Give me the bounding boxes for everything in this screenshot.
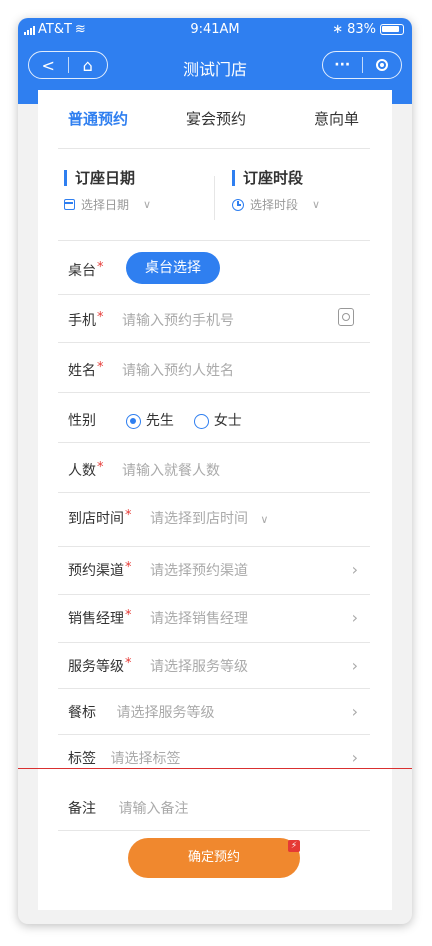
- tab-bar: 普通预约 宴会预约 意向单: [38, 108, 392, 132]
- channel-label: 预约渠道: [68, 563, 124, 579]
- note-row: 备注 请输入备注: [68, 798, 368, 818]
- tab-intention[interactable]: 意向单: [314, 108, 359, 129]
- divider: [214, 176, 215, 220]
- name-row: 姓名* 请输入预约人姓名: [68, 360, 368, 380]
- radio-selected-icon[interactable]: [126, 413, 142, 429]
- meal-select[interactable]: 请选择服务等级: [116, 705, 214, 721]
- required-mark: *: [97, 460, 104, 475]
- chevron-down-icon: ∨: [143, 198, 152, 211]
- confirm-reservation-button[interactable]: 确定预约: [128, 838, 300, 878]
- count-label: 人数: [68, 463, 96, 479]
- phone-label: 手机: [68, 313, 96, 329]
- note-input[interactable]: 请输入备注: [118, 801, 188, 817]
- required-mark: *: [125, 608, 132, 623]
- service-row[interactable]: 服务等级* 请选择服务等级 ›: [68, 656, 368, 676]
- table-select-button[interactable]: 桌台选择: [126, 252, 220, 284]
- phone-frame: AT&T ≋ 9:41AM ∗ 83% < ⌂ 测试门店 ··· 普通预约 宴会…: [18, 18, 412, 924]
- nav-right-capsule: ···: [322, 51, 402, 79]
- date-picker[interactable]: 订座日期 选择日期 ∨: [64, 170, 151, 213]
- meal-row[interactable]: 餐标 请选择服务等级 ›: [68, 702, 368, 722]
- period-title: 订座时段: [232, 170, 320, 186]
- tag-label: 标签: [68, 751, 96, 767]
- name-label: 姓名: [68, 363, 96, 379]
- note-label: 备注: [68, 801, 96, 817]
- close-miniprogram-icon[interactable]: [363, 57, 402, 73]
- manager-label: 销售经理: [68, 611, 124, 627]
- channel-select[interactable]: 请选择预约渠道: [150, 563, 248, 579]
- status-bar: AT&T ≋ 9:41AM ∗ 83%: [18, 18, 412, 42]
- name-input[interactable]: 请输入预约人姓名: [122, 363, 234, 379]
- period-placeholder: 选择时段: [250, 198, 299, 212]
- divider: [58, 594, 370, 595]
- tab-regular[interactable]: 普通预约: [68, 108, 128, 129]
- required-mark: *: [97, 360, 104, 375]
- chevron-down-icon: ∨: [260, 513, 269, 526]
- divider: [58, 148, 370, 149]
- gender-option-mr[interactable]: 先生: [126, 413, 174, 429]
- divider: [58, 492, 370, 493]
- arrival-label: 到店时间: [68, 511, 124, 527]
- tag-select[interactable]: 请选择标签: [110, 751, 180, 767]
- radio-icon[interactable]: [194, 413, 210, 429]
- manager-select[interactable]: 请选择销售经理: [150, 611, 248, 627]
- required-mark: *: [97, 260, 104, 275]
- divider: [58, 546, 370, 547]
- reservation-card: 普通预约 宴会预约 意向单 订座日期 选择日期 ∨ 订座时段 选择时段 ∨ 桌台: [38, 90, 392, 910]
- count-row: 人数* 请输入就餐人数: [68, 460, 368, 480]
- manager-row[interactable]: 销售经理* 请选择销售经理 ›: [68, 608, 368, 628]
- meal-label: 餐标: [68, 705, 96, 721]
- battery-percent: 83%: [347, 22, 376, 37]
- required-mark: *: [125, 656, 132, 671]
- divider: [58, 294, 370, 295]
- service-label: 服务等级: [68, 659, 124, 675]
- date-placeholder: 选择日期: [81, 198, 130, 212]
- contacts-icon[interactable]: [338, 308, 354, 326]
- required-mark: *: [97, 310, 104, 325]
- tag-row[interactable]: 标签 请选择标签 ›: [68, 748, 368, 768]
- required-mark: *: [125, 508, 132, 523]
- channel-row[interactable]: 预约渠道* 请选择预约渠道 ›: [68, 560, 368, 580]
- phone-input[interactable]: 请输入预约手机号: [122, 313, 234, 329]
- chevron-right-icon: ›: [351, 560, 358, 579]
- more-icon[interactable]: ···: [323, 57, 362, 73]
- clock-icon: [232, 198, 244, 211]
- service-select[interactable]: 请选择服务等级: [150, 659, 248, 675]
- divider: [58, 442, 370, 443]
- chevron-right-icon: ›: [351, 748, 358, 767]
- required-mark: *: [125, 560, 132, 575]
- phone-row: 手机* 请输入预约手机号: [68, 308, 368, 330]
- table-label: 桌台: [68, 263, 96, 279]
- navigation-bar: < ⌂ 测试门店 ···: [18, 48, 412, 84]
- chevron-down-icon: ∨: [312, 198, 321, 211]
- divider: [58, 734, 370, 735]
- arrival-row[interactable]: 到店时间* 请选择到店时间 ∨: [68, 508, 368, 528]
- chevron-right-icon: ›: [351, 702, 358, 721]
- count-input[interactable]: 请输入就餐人数: [122, 463, 220, 479]
- divider: [58, 392, 370, 393]
- bluetooth-icon: ∗: [332, 22, 344, 37]
- chevron-right-icon: ›: [351, 608, 358, 627]
- lightning-badge-icon: ⚡: [288, 840, 300, 852]
- scroll-divider-line: [18, 768, 412, 769]
- divider: [58, 240, 370, 241]
- date-title: 订座日期: [64, 170, 151, 186]
- gender-label: 性别: [68, 413, 96, 429]
- divider: [58, 688, 370, 689]
- divider: [58, 830, 370, 831]
- chevron-right-icon: ›: [351, 656, 358, 675]
- gender-option-ms[interactable]: 女士: [194, 413, 242, 429]
- gender-row: 性别 先生 女士: [68, 410, 368, 430]
- calendar-icon: [64, 199, 75, 210]
- battery-icon: [380, 24, 404, 35]
- divider: [58, 642, 370, 643]
- arrival-select[interactable]: 请选择到店时间: [150, 511, 248, 527]
- divider: [58, 342, 370, 343]
- tab-banquet[interactable]: 宴会预约: [186, 108, 246, 129]
- period-picker[interactable]: 订座时段 选择时段 ∨: [232, 170, 320, 213]
